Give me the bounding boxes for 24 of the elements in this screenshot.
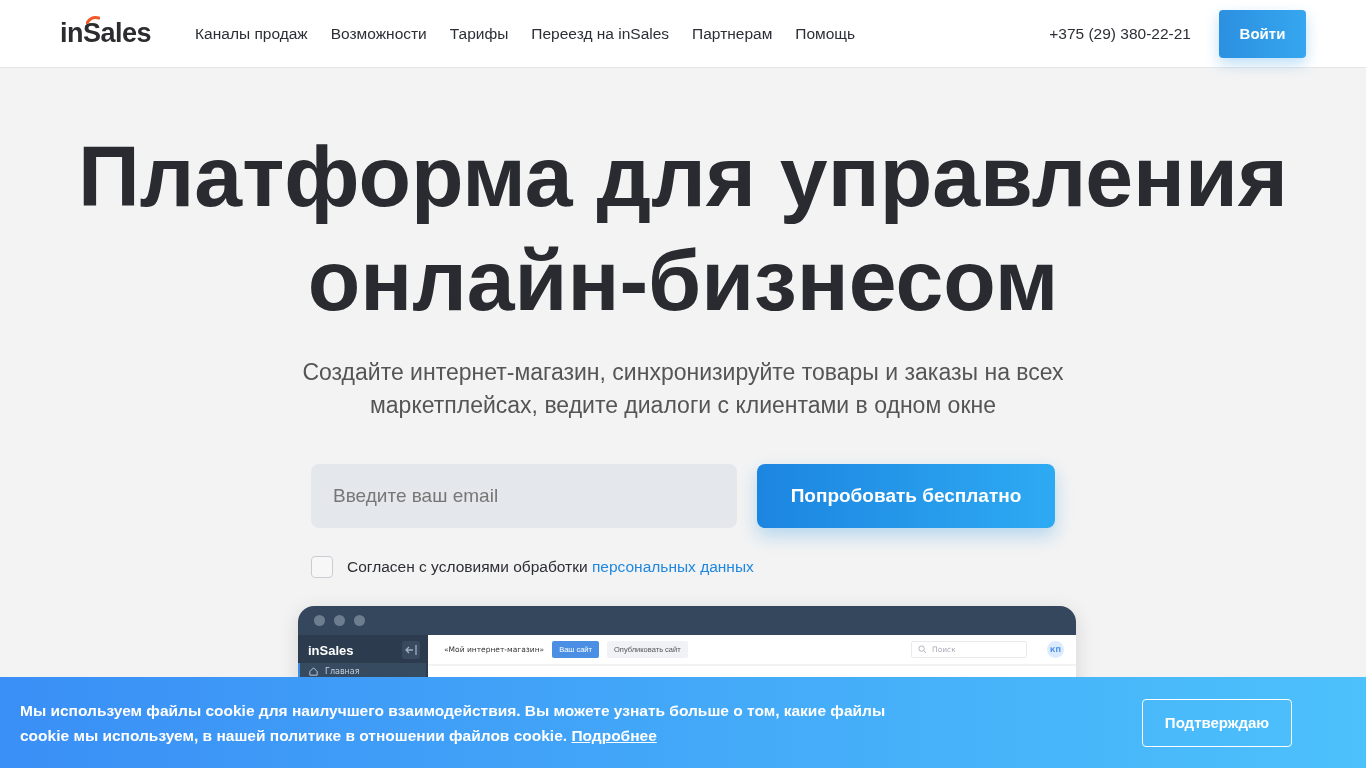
nav-link[interactable]: Возможности [330,24,427,43]
hero-title: Платформа для управления [77,127,1289,226]
nav-link[interactable]: Каналы продаж [195,24,308,43]
hero-subtitle: Создайте интернет-магазин, синхронизируйте товары и заказы на всех маркетплейсах, ведите диалоги с клиентами в одном окне [301,358,1065,420]
phone-number[interactable]: +375 (29) 380-22-21 [1049,24,1191,43]
nav-link[interactable]: Тарифы [449,24,509,43]
cookie-text: Мы используем файлы cookie для наилучшего взаимодействия. Вы можете узнать больше о том, какие файлы cookie мы используем, в нашей политике в отношении файлов cookie. Подробнее [20,700,887,746]
collapse-icon[interactable] [402,641,420,659]
home-icon [308,666,319,677]
nav-link[interactable]: Переезд на inSales [531,24,670,43]
hero-title: онлайн-бизнесом [307,231,1059,330]
app-logo: inSales [308,642,354,658]
logo[interactable]: inSales [60,18,152,48]
consent-text: Согласен с условиями обработки персональных данных [347,558,754,576]
window-dot [314,615,325,626]
nav-link[interactable]: Помощь [795,24,856,43]
search-icon [918,645,927,654]
email-field[interactable]: Введите ваш email [311,464,737,528]
window-dot [354,615,365,626]
nav-link[interactable]: Партнерам [692,24,773,43]
window-dot [334,615,345,626]
arc-icon [86,16,100,24]
consent-checkbox[interactable] [311,556,333,578]
sidebar-item[interactable]: Главная [298,663,426,677]
